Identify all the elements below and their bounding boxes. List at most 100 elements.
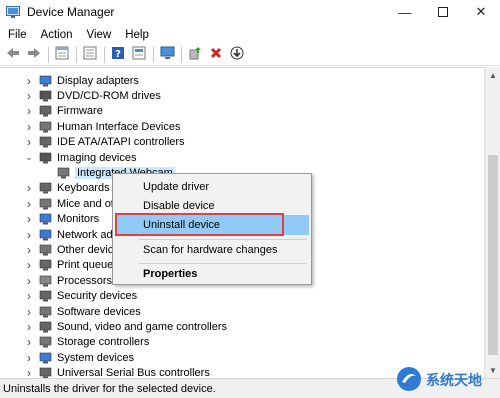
chevron-right-icon[interactable]: › bbox=[24, 350, 34, 365]
ide-icon bbox=[38, 135, 52, 149]
forward-button[interactable] bbox=[25, 46, 43, 64]
tree-category-item[interactable]: › System devices bbox=[0, 350, 134, 365]
network-icon bbox=[38, 228, 52, 242]
back-button[interactable] bbox=[4, 46, 22, 64]
details-button[interactable] bbox=[130, 46, 148, 64]
tree-item-label: Human Interface Devices bbox=[57, 120, 181, 133]
chevron-right-icon[interactable]: › bbox=[24, 135, 34, 150]
tree-category-item[interactable]: › Security devices bbox=[0, 289, 137, 304]
tree-item-label: IDE ATA/ATAPI controllers bbox=[57, 136, 185, 149]
chevron-right-icon[interactable]: › bbox=[24, 289, 34, 304]
tree-category-item[interactable]: › Universal Serial Bus controllers bbox=[0, 366, 210, 378]
show-hide-button[interactable] bbox=[81, 46, 99, 64]
monitor-icon bbox=[38, 212, 52, 226]
chevron-right-icon[interactable]: › bbox=[24, 242, 34, 257]
tree-item-label: Display adapters bbox=[57, 74, 139, 87]
vertical-scrollbar[interactable]: ▲ ▼ bbox=[484, 67, 500, 378]
toolbar-separator bbox=[76, 46, 77, 63]
tree-category-item[interactable]: › Display adapters bbox=[0, 73, 139, 88]
context-properties[interactable]: Properties bbox=[115, 264, 309, 284]
camera-icon bbox=[38, 151, 52, 165]
close-button[interactable]: ✕ bbox=[462, 0, 500, 24]
device-manager-icon bbox=[5, 4, 21, 20]
maximize-icon bbox=[438, 5, 448, 20]
maximize-button[interactable] bbox=[424, 0, 462, 24]
tree-category-item[interactable]: › Sound, video and game controllers bbox=[0, 319, 227, 334]
tree-category-item[interactable]: › Other device bbox=[0, 242, 119, 257]
tree-category-item[interactable]: › Print queues bbox=[0, 258, 119, 273]
hid-icon bbox=[38, 120, 52, 134]
tree-category-item[interactable]: › Storage controllers bbox=[0, 335, 149, 350]
chevron-right-icon[interactable]: › bbox=[24, 181, 34, 196]
help-icon: ? bbox=[111, 46, 125, 63]
mouse-icon bbox=[38, 197, 52, 211]
webcam-icon bbox=[56, 166, 70, 180]
tree-item-label: DVD/CD-ROM drives bbox=[57, 89, 161, 102]
chevron-right-icon[interactable]: › bbox=[24, 104, 34, 119]
computer-icon bbox=[160, 46, 175, 63]
tree-item-label: Firmware bbox=[57, 105, 103, 118]
tree-category-item[interactable]: › Human Interface Devices bbox=[0, 119, 181, 134]
update-driver-button[interactable] bbox=[186, 46, 204, 64]
chevron-right-icon[interactable]: › bbox=[24, 119, 34, 134]
context-scan-hardware[interactable]: Scan for hardware changes bbox=[115, 240, 309, 260]
menu-view[interactable]: View bbox=[80, 29, 119, 41]
tree-category-item[interactable]: › IDE ATA/ATAPI controllers bbox=[0, 135, 185, 150]
tree-category-item[interactable]: › DVD/CD-ROM drives bbox=[0, 88, 161, 103]
tree-category-item[interactable]: ⌄ Imaging devices bbox=[0, 150, 136, 165]
other-device-icon bbox=[38, 243, 52, 257]
chevron-right-icon[interactable]: › bbox=[24, 304, 34, 319]
menu-help[interactable]: Help bbox=[118, 29, 156, 41]
tree-category-item[interactable]: › Software devices bbox=[0, 304, 141, 319]
title-bar: Device Manager — ✕ bbox=[0, 0, 500, 24]
tree-category-item[interactable]: › Keyboards bbox=[0, 181, 110, 196]
chevron-right-icon[interactable]: › bbox=[24, 319, 34, 334]
software-icon bbox=[38, 305, 52, 319]
scrollbar-thumb[interactable] bbox=[488, 155, 498, 355]
uninstall-button[interactable] bbox=[207, 46, 225, 64]
tree-category-item[interactable]: › Monitors bbox=[0, 212, 99, 227]
tree-item-label: Monitors bbox=[57, 213, 100, 226]
chevron-right-icon[interactable]: › bbox=[24, 366, 34, 378]
chevron-down-icon[interactable]: ⌄ bbox=[24, 150, 34, 165]
system-icon bbox=[38, 351, 52, 365]
tree-item-label: Software devices bbox=[57, 305, 141, 318]
tree-item-label: Print queues bbox=[57, 259, 119, 272]
chevron-right-icon[interactable]: › bbox=[24, 88, 34, 103]
minimize-icon: — bbox=[398, 4, 412, 20]
chevron-right-icon[interactable]: › bbox=[24, 258, 34, 273]
menu-action[interactable]: Action bbox=[34, 29, 80, 41]
help-button[interactable]: ? bbox=[109, 46, 127, 64]
tree-category-item[interactable]: › Network ada bbox=[0, 227, 119, 242]
context-update-driver[interactable]: Update driver bbox=[115, 177, 309, 197]
minimize-button[interactable]: — bbox=[386, 0, 424, 24]
chevron-right-icon[interactable]: › bbox=[24, 335, 34, 350]
chevron-right-icon[interactable]: › bbox=[24, 212, 34, 227]
storage-icon bbox=[38, 335, 52, 349]
tree-item-label: Security devices bbox=[57, 290, 138, 303]
toolbar-separator bbox=[48, 46, 49, 63]
toolbar-separator bbox=[104, 46, 105, 63]
tree-category-item[interactable]: › Firmware bbox=[0, 104, 103, 119]
chevron-right-icon[interactable]: › bbox=[24, 73, 34, 88]
chevron-right-icon[interactable]: › bbox=[24, 196, 34, 211]
download-button[interactable] bbox=[228, 46, 246, 64]
details-icon bbox=[132, 46, 146, 63]
toolbar: ? bbox=[0, 44, 500, 66]
tree-category-item[interactable]: › Mice and oth bbox=[0, 196, 120, 211]
tree-category-item[interactable]: › Processors bbox=[0, 273, 112, 288]
menu-file[interactable]: File bbox=[0, 29, 34, 41]
properties-icon bbox=[55, 46, 69, 63]
annotation-highlight-box bbox=[115, 213, 284, 236]
chevron-right-icon[interactable]: › bbox=[24, 273, 34, 288]
computer-button[interactable] bbox=[158, 46, 176, 64]
chevron-right-icon[interactable]: › bbox=[24, 227, 34, 242]
tree-item-label: Storage controllers bbox=[57, 336, 150, 349]
tree-item-label: Processors bbox=[57, 274, 113, 287]
display-adapter-icon bbox=[38, 74, 52, 88]
scroll-up-icon[interactable]: ▲ bbox=[485, 67, 500, 83]
svg-text:?: ? bbox=[115, 49, 121, 60]
properties-button[interactable] bbox=[53, 46, 71, 64]
status-text: Uninstalls the driver for the selected d… bbox=[3, 382, 216, 395]
keyboard-icon bbox=[38, 181, 52, 195]
